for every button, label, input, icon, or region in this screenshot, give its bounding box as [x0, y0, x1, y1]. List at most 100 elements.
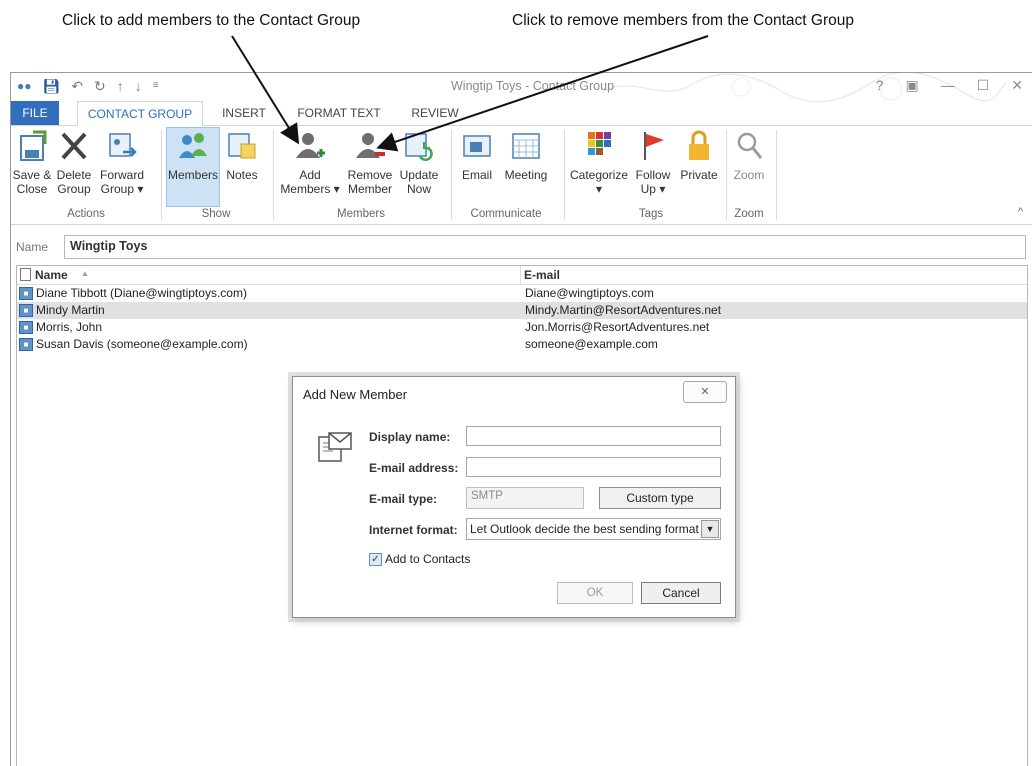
- column-divider[interactable]: [520, 266, 521, 284]
- tab-insert[interactable]: INSERT: [219, 101, 269, 125]
- callout-remove-members: Click to remove members from the Contact…: [512, 12, 854, 29]
- custom-type-button[interactable]: Custom type: [599, 487, 721, 509]
- email-address-label: E-mail address:: [369, 461, 459, 475]
- private-button[interactable]: Private: [675, 128, 723, 182]
- cancel-button[interactable]: Cancel: [641, 582, 721, 604]
- ribbon-separator: [564, 130, 565, 220]
- remove-member-icon: [356, 133, 385, 158]
- document-icon: [20, 268, 31, 281]
- add-members-button[interactable]: Add Members ▾: [279, 128, 341, 196]
- group-label-communicate: Communicate: [470, 208, 542, 220]
- list-item[interactable]: ■ Susan Davis (someone@example.com) some…: [17, 336, 1027, 353]
- minimize-icon[interactable]: —: [941, 77, 955, 94]
- categorize-label-2: ▾: [595, 182, 603, 196]
- dropdown-arrow-icon[interactable]: ▼: [701, 520, 719, 538]
- email-type-field: SMTP: [466, 487, 584, 509]
- close-icon[interactable]: ✕: [1011, 77, 1023, 94]
- forward-group-label-2: Group ▾: [100, 182, 144, 196]
- list-item[interactable]: ■ Mindy Martin Mindy.Martin@ResortAdvent…: [17, 302, 1027, 319]
- email-button[interactable]: Email: [457, 128, 497, 182]
- email-type-label: E-mail type:: [369, 492, 438, 506]
- member-name: Diane Tibbott (Diane@wingtiptoys.com): [36, 286, 247, 300]
- flag-icon: [644, 132, 664, 160]
- save-icon[interactable]: 💾︎: [43, 78, 61, 94]
- group-label-tags: Tags: [638, 208, 664, 220]
- customize-toolbar-icon[interactable]: ≡: [153, 78, 159, 94]
- ribbon-display-icon[interactable]: ▣: [905, 77, 918, 94]
- next-item-icon[interactable]: ↓: [135, 78, 142, 94]
- dialog-close-button[interactable]: ✕: [683, 381, 727, 403]
- save-close-button[interactable]: Save & Close: [11, 128, 53, 196]
- update-now-icon: [405, 133, 433, 161]
- delete-group-label-2: Group: [57, 182, 91, 196]
- categorize-icon: [588, 132, 611, 155]
- member-email: someone@example.com: [525, 337, 658, 351]
- callout-add-members: Click to add members to the Contact Grou…: [62, 12, 361, 29]
- list-item[interactable]: ■ Diane Tibbott (Diane@wingtiptoys.com) …: [17, 285, 1027, 302]
- dialog-title: Add New Member: [303, 387, 408, 402]
- internet-format-select[interactable]: Let Outlook decide the best sending form…: [466, 518, 721, 540]
- email-icon: [463, 135, 491, 157]
- notes-icon: [228, 133, 256, 159]
- forward-group-button[interactable]: Forward Group ▾: [97, 128, 147, 196]
- update-now-label-1: Update: [399, 168, 439, 182]
- email-address-input[interactable]: [466, 457, 721, 477]
- column-header-name[interactable]: Name: [35, 268, 68, 282]
- tab-format-text[interactable]: FORMAT TEXT: [289, 101, 389, 125]
- tab-file[interactable]: FILE: [11, 101, 59, 125]
- ribbon-tabs: FILE CONTACT GROUP INSERT FORMAT TEXT RE…: [11, 101, 1032, 127]
- ribbon-separator: [273, 130, 274, 220]
- notes-button[interactable]: Notes: [221, 128, 263, 182]
- contact-card-icon: ■: [19, 287, 33, 300]
- remove-member-label-2: Member: [347, 182, 392, 196]
- add-members-icon: [296, 133, 325, 158]
- group-name-field[interactable]: Wingtip Toys: [64, 235, 1026, 259]
- maximize-icon[interactable]: ☐: [977, 77, 990, 94]
- forward-group-label-1: Forward: [99, 168, 144, 182]
- add-to-contacts-label[interactable]: Add to Contacts: [385, 552, 470, 566]
- help-icon[interactable]: ?: [876, 77, 884, 94]
- contact-card-icon: ■: [19, 321, 33, 334]
- follow-up-label-1: Follow: [635, 168, 671, 182]
- remove-member-label-1: Remove: [347, 168, 393, 182]
- update-now-button[interactable]: Update Now: [396, 128, 442, 196]
- ok-button[interactable]: OK: [557, 582, 633, 604]
- zoom-button[interactable]: Zoom: [729, 128, 769, 182]
- zoom-label: Zoom: [733, 168, 765, 182]
- add-to-contacts-checkbox[interactable]: ✓: [369, 553, 382, 566]
- ribbon-separator: [161, 130, 162, 220]
- tab-contact-group[interactable]: CONTACT GROUP: [77, 101, 203, 127]
- add-members-label-1: Add: [299, 168, 321, 182]
- member-name: Morris, John: [36, 320, 103, 334]
- members-icon: [179, 133, 207, 158]
- ribbon-separator: [776, 130, 777, 220]
- display-name-input[interactable]: [466, 426, 721, 446]
- list-header: Name ▲ E-mail: [17, 266, 1027, 285]
- meeting-button[interactable]: Meeting: [501, 128, 551, 182]
- tab-review[interactable]: REVIEW: [407, 101, 463, 125]
- column-header-email[interactable]: E-mail: [524, 268, 560, 282]
- email-type-value: SMTP: [471, 490, 503, 502]
- email-label: Email: [461, 168, 492, 182]
- member-email: Jon.Morris@ResortAdventures.net: [525, 320, 710, 334]
- group-label-actions: Actions: [67, 208, 105, 220]
- list-item[interactable]: ■ Morris, John Jon.Morris@ResortAdventur…: [17, 319, 1027, 336]
- add-members-label-2: Members ▾: [280, 182, 340, 196]
- group-label-show: Show: [201, 208, 231, 220]
- previous-item-icon[interactable]: ↑: [117, 78, 124, 94]
- collapse-ribbon-icon[interactable]: ^: [1018, 206, 1023, 218]
- display-name-label: Display name:: [369, 430, 451, 444]
- ribbon-separator: [726, 130, 727, 220]
- meeting-label: Meeting: [504, 168, 548, 182]
- notes-label: Notes: [226, 168, 258, 182]
- follow-up-label-2: Up ▾: [640, 182, 666, 196]
- delete-group-button[interactable]: Delete Group: [53, 128, 95, 196]
- add-new-member-dialog: Add New Member ✕ Display name: E-mail ad…: [292, 376, 736, 618]
- redo-icon[interactable]: ↻: [94, 78, 106, 94]
- remove-member-button[interactable]: Remove Member: [346, 128, 394, 196]
- members-button[interactable]: Members: [166, 127, 220, 207]
- categorize-button[interactable]: Categorize ▾: [567, 128, 631, 196]
- save-close-label-2: Close: [16, 182, 48, 196]
- undo-icon[interactable]: ↶: [71, 78, 83, 94]
- follow-up-button[interactable]: Follow Up ▾: [633, 128, 673, 196]
